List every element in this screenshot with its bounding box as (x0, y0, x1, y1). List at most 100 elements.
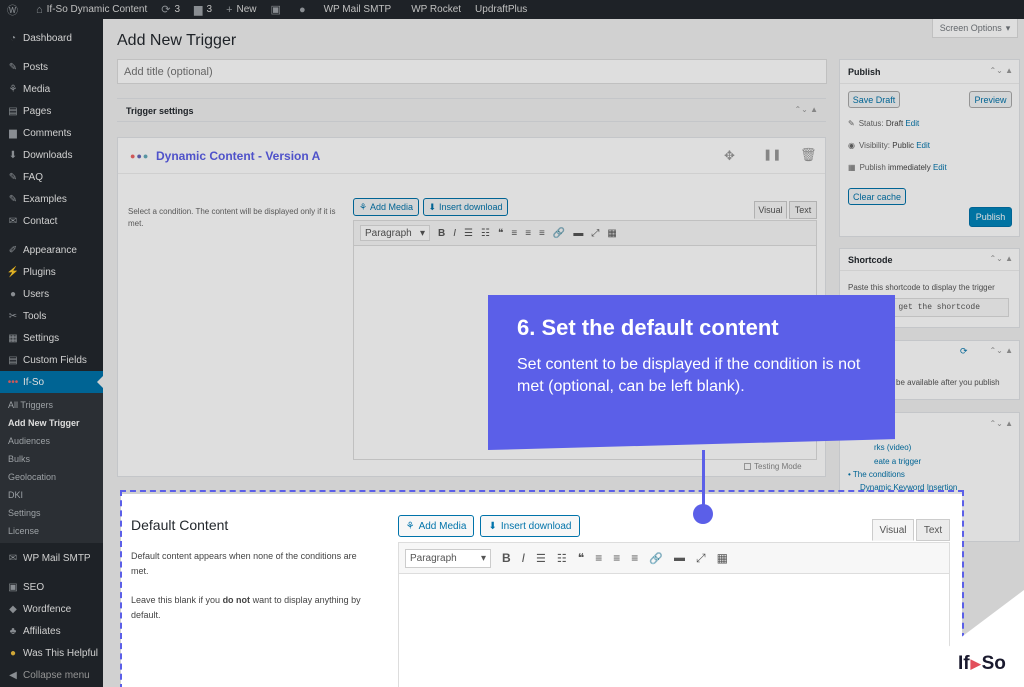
admin-bar: Ⓦ ⌂ If-So Dynamic Content ⟳ 3 ▆ 3 + New ▣ ● … (0, 0, 1024, 19)
wordpress-icon: Ⓦ (7, 4, 18, 17)
box-toggle-icon[interactable]: ⌃⌄ ▲ (989, 254, 1013, 263)
seo-link[interactable]: ▣ (264, 0, 292, 19)
toolbar-toggle-icon[interactable]: ▦ (607, 228, 616, 239)
brush-icon: ✐ (8, 244, 18, 256)
submenu-add-new-trigger[interactable]: Add New Trigger (0, 414, 103, 432)
plugin-link-updraft[interactable]: UpdraftPlus (468, 0, 534, 19)
settings-icon: ▦ (8, 332, 18, 344)
insert-download-button[interactable]: ⬇ Insert download (423, 198, 508, 216)
screen-options-button[interactable]: Screen Options ▾ (932, 19, 1018, 38)
align-right-icon[interactable]: ≡ (539, 228, 545, 239)
checkbox-icon (744, 463, 751, 470)
submenu-license[interactable]: License (0, 522, 103, 540)
sidebar-item-posts[interactable]: ✎ Posts (0, 56, 103, 78)
clear-cache-button[interactable]: Clear cache (848, 188, 906, 205)
sidebar-item-dashboard[interactable]: ◔ Dashboard (0, 27, 103, 49)
sidebar-item-media[interactable]: ⚘ Media (0, 78, 103, 100)
new-content-link[interactable]: + New (219, 0, 263, 19)
calendar-icon: ▦ (848, 163, 856, 172)
sidebar-item-was-this-helpful[interactable]: ● Was This Helpful (0, 642, 103, 664)
sidebar-item-faq[interactable]: ✎ FAQ (0, 166, 103, 188)
status-row: ✎ Status: Draft Edit (848, 119, 920, 128)
sidebar-item-comments[interactable]: ▆ Comments (0, 122, 103, 144)
align-left-icon[interactable]: ≡ (511, 228, 517, 239)
align-center-icon[interactable]: ≡ (525, 228, 531, 239)
edit-visibility-link[interactable]: Edit (916, 141, 930, 150)
comment-icon: ▆ (9, 127, 17, 139)
sidebar-item-custom-fields[interactable]: ▤ Custom Fields (0, 349, 103, 371)
trigger-settings-toggle-icon[interactable]: ⌃⌄ ▲ (794, 105, 818, 114)
admin-sidebar: ◔ Dashboard ✎ Posts ⚘ Media ▤ Pages ▆ Comment… (0, 19, 103, 687)
read-more-icon[interactable]: ▬ (573, 228, 583, 239)
sidebar-item-examples[interactable]: ✎ Examples (0, 188, 103, 210)
collapse-icon: ◀ (9, 669, 17, 681)
sidebar-item-ifso[interactable]: ••• If-So (0, 371, 103, 393)
submenu-settings[interactable]: Settings (0, 504, 103, 522)
save-draft-button[interactable]: Save Draft (848, 91, 900, 108)
pin-icon: ✎ (8, 193, 18, 205)
mail-icon: ✉ (8, 215, 18, 227)
title-input[interactable] (117, 59, 827, 84)
ifso-dots-icon: ••• (7, 376, 19, 388)
sidebar-item-users[interactable]: ● Users (0, 283, 103, 305)
sidebar-collapse-menu[interactable]: ◀ Collapse menu (0, 664, 103, 686)
bold-icon[interactable]: B (438, 228, 445, 239)
media-icon: ⚘ (358, 201, 368, 212)
page-icon: ▤ (8, 105, 18, 117)
sidebar-item-contact[interactable]: ✉ Contact (0, 210, 103, 232)
submenu-bulks[interactable]: Bulks (0, 450, 103, 468)
italic-icon[interactable]: I (453, 228, 456, 239)
numbered-list-icon[interactable]: ☷ (481, 228, 490, 239)
help-link-1[interactable]: rks (video) (874, 443, 911, 452)
shield-icon: ◆ (9, 603, 17, 615)
comments-link[interactable]: ▆ 3 (187, 0, 219, 19)
sidebar-item-wordfence[interactable]: ◆ Wordfence (0, 598, 103, 620)
tab-text[interactable]: Text (789, 201, 817, 219)
preview-button[interactable]: Preview (969, 91, 1012, 108)
testing-mode-toggle[interactable]: Testing Mode (744, 462, 802, 471)
edit-status-link[interactable]: Edit (905, 119, 919, 128)
callout-title: 6. Set the default content (517, 315, 779, 340)
sidebar-item-affiliates[interactable]: ♣ Affiliates (0, 620, 103, 642)
box-toggle-icon[interactable]: ⌃⌄ ▲ (989, 66, 1013, 75)
help-link-3[interactable]: • The conditions (848, 470, 905, 479)
link-icon[interactable]: 🔗 (553, 228, 565, 239)
chevron-down-icon: ▾ (419, 227, 425, 239)
plugin-link-rocket[interactable]: WP Rocket (404, 0, 468, 19)
shortcode-box-header: Shortcode ⌃⌄ ▲ (840, 249, 1019, 271)
sidebar-item-downloads[interactable]: ⬇ Downloads (0, 144, 103, 166)
trash-icon[interactable]: 🗑 (800, 147, 817, 163)
submenu-geolocation[interactable]: Geolocation (0, 468, 103, 486)
format-select[interactable]: Paragraph ▾ (360, 225, 430, 241)
sidebar-item-seo[interactable]: ▣ SEO (0, 576, 103, 598)
sidebar-item-appearance[interactable]: ✐ Appearance (0, 239, 103, 261)
visibility-row: ◉ Visibility: Public Edit (848, 141, 931, 150)
sidebar-item-tools[interactable]: ✂ Tools (0, 305, 103, 327)
submenu-audiences[interactable]: Audiences (0, 432, 103, 450)
submenu-dki[interactable]: DKI (0, 486, 103, 504)
submenu-all-triggers[interactable]: All Triggers (0, 396, 103, 414)
sidebar-item-pages[interactable]: ▤ Pages (0, 100, 103, 122)
box-toggle-icon[interactable]: ⌃⌄ ▲ (989, 419, 1013, 428)
edit-date-link[interactable]: Edit (933, 163, 947, 172)
tab-visual[interactable]: Visual (754, 201, 787, 219)
blockquote-icon[interactable]: ❝ (498, 228, 503, 239)
box-toggle-icon[interactable]: ⌃⌄ ▲ (989, 346, 1013, 355)
wordpress-logo[interactable]: Ⓦ (0, 0, 29, 19)
site-name-link[interactable]: ⌂ If-So Dynamic Content (29, 0, 154, 19)
plugin-link-smtp[interactable]: WP Mail SMTP (317, 0, 399, 19)
pause-icon[interactable]: ❚❚ (763, 148, 781, 161)
bullet-list-icon[interactable]: ☰ (464, 228, 473, 239)
help-link-2[interactable]: eate a trigger (874, 457, 921, 466)
sidebar-item-plugins[interactable]: ⚡ Plugins (0, 261, 103, 283)
move-icon[interactable]: ✥ (724, 148, 735, 164)
publish-button[interactable]: Publish (969, 207, 1012, 227)
updates-link[interactable]: ⟳ 3 (154, 0, 187, 19)
fullscreen-icon[interactable]: ⤢ (591, 228, 599, 239)
sidebar-item-settings[interactable]: ▦ Settings (0, 327, 103, 349)
refresh-icon[interactable]: ⟳ (960, 346, 968, 357)
sidebar-item-wp-mail-smtp[interactable]: ✉ WP Mail SMTP (0, 547, 103, 569)
add-media-button[interactable]: ⚘ Add Media (353, 198, 419, 216)
shortcode-text: Paste this shortcode to display the trig… (848, 283, 995, 292)
seo-icon: ▣ (8, 581, 18, 593)
